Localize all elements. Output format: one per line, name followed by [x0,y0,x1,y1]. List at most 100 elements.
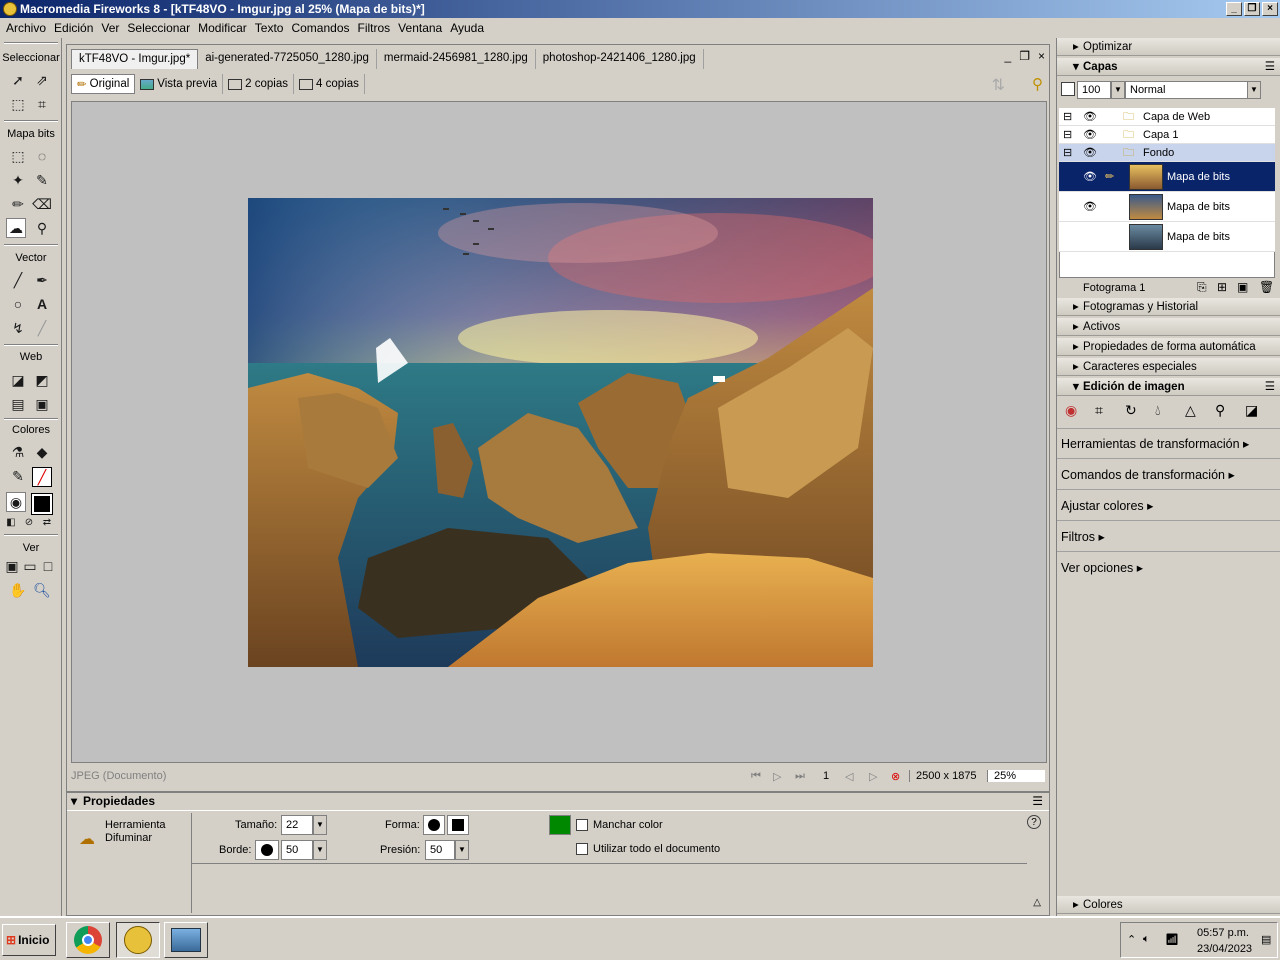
shape-square-button[interactable] [447,815,469,835]
menu-ayuda[interactable]: Ayuda [446,21,488,35]
edge-shape-button[interactable] [255,840,279,860]
red-eye-icon[interactable]: ◉ [1065,402,1077,419]
panel-capas[interactable]: ▾ Capas ☰ [1057,58,1280,76]
image-viewer-taskbar-button[interactable] [164,922,208,958]
opacity-input[interactable]: 100 [1077,81,1111,99]
freeform-tool-icon[interactable]: ↯ [8,318,28,338]
sharpen-icon[interactable]: △ [1185,402,1196,419]
quick-export-icon[interactable]: ⚲ [1032,75,1043,93]
pen-tool-icon[interactable]: ✒ [32,270,52,290]
start-button[interactable]: ⊞ Inicio [2,924,56,956]
zoom-tool-icon[interactable]: 🔍︎ [32,580,52,600]
line-tool-icon[interactable]: ╱ [8,270,28,290]
first-frame-icon[interactable]: ⏮ [751,770,761,783]
edge-input[interactable]: 50 [281,840,313,860]
eye-icon[interactable]: 👁︎ [1083,162,1097,192]
panel-fotogramas[interactable]: ▸ Fotogramas y Historial [1057,298,1280,316]
menu-seleccionar[interactable]: Seleccionar [123,21,194,35]
eyedropper-icon[interactable]: ⚗ [8,442,28,462]
blend-mode-select[interactable]: Normal [1125,81,1249,99]
hotspot-tool-icon[interactable]: ◪ [8,370,28,390]
tray-expand-icon[interactable]: ⌃ [1127,933,1136,946]
panel-colores[interactable]: ▸ Colores [1057,896,1280,914]
fireworks-taskbar-button[interactable] [116,922,160,958]
subselect-tool-icon[interactable]: ⇗ [32,70,52,90]
hand-tool-icon[interactable]: ✋ [8,580,28,600]
menu-archivo[interactable]: Archivo [2,21,50,35]
hide-slices-icon[interactable]: ▤ [8,394,28,414]
fullscreen-icon[interactable]: □ [40,558,56,574]
play-icon[interactable]: ▷ [773,770,781,783]
network-icon[interactable]: 📶︎ [1165,933,1179,946]
fullscreen-menu-icon[interactable]: ▭ [22,558,38,574]
volume-icon[interactable]: 🔈︎ [1143,933,1150,946]
view-2up-button[interactable]: 2 copias [223,74,295,94]
pencil-tool-icon[interactable]: ✏ [8,194,28,214]
doc-restore-button[interactable]: ❐ [1019,49,1030,63]
collapse-props-icon[interactable]: △ [1033,897,1041,908]
bitmap-object-2[interactable]: 👁︎ Mapa de bits [1059,192,1275,222]
rubber-stamp-icon[interactable]: ⚲ [32,218,52,238]
bitmap-object-1[interactable]: 👁︎ ✏ Mapa de bits [1059,162,1275,192]
dodge-icon[interactable]: ⚲ [1215,402,1225,419]
default-colors-icon[interactable]: ◧ [4,515,18,529]
restore-button[interactable]: ❐ [1244,2,1260,16]
menu-filtros[interactable]: Filtros [354,21,395,35]
fill-color-icon[interactable]: ◉ [6,492,26,512]
slice-tool-icon[interactable]: ◩ [32,370,52,390]
last-frame-icon[interactable]: ⏭ [795,770,805,783]
next-frame-icon[interactable]: ▷ [869,770,877,783]
link-filtros[interactable]: Filtros ▸ [1061,529,1105,544]
panel-caracteres[interactable]: ▸ Caracteres especiales [1057,358,1280,376]
canvas-area[interactable] [71,101,1047,763]
menu-texto[interactable]: Texto [251,21,288,35]
standard-screen-icon[interactable]: ▣ [4,558,20,574]
blur-tool-icon[interactable]: ☁ [6,218,26,238]
layer-fondo[interactable]: ⊟ 👁︎ 🗀 Fondo [1059,144,1275,162]
crop-tool-icon[interactable]: ⌗ [32,94,52,114]
smudge-color-swatch[interactable] [549,815,571,835]
expand-icon[interactable]: ⊟ [1063,108,1072,126]
paint-bucket-icon[interactable]: ◆ [32,442,52,462]
edicion-options-icon[interactable]: ☰ [1265,378,1275,396]
doc-minimize-button[interactable]: _ [1005,49,1012,63]
size-dropdown-icon[interactable]: ▼ [313,815,327,835]
pressure-dropdown-icon[interactable]: ▼ [455,840,469,860]
expand-icon[interactable]: ⊟ [1063,144,1072,162]
expand-icon[interactable]: ⊟ [1063,126,1072,144]
layer-capa-de-web[interactable]: ⊟ 👁︎ 🗀 Capa de Web [1059,108,1275,126]
show-slices-icon[interactable]: ▣ [32,394,52,414]
canvas-image[interactable] [248,198,873,667]
properties-header[interactable]: ▾ Propiedades ☰ [67,793,1049,811]
panel-optimizar[interactable]: ▸ Optimizar [1057,38,1280,56]
eraser-tool-icon[interactable]: ⌫ [32,194,52,214]
burn-icon[interactable]: ◪ [1245,402,1258,419]
panel-propiedades-auto[interactable]: ▸ Propiedades de forma automática [1057,338,1280,356]
options-menu-icon[interactable]: ☰ [1032,793,1043,810]
use-entire-doc-checkbox[interactable] [576,843,588,855]
size-input[interactable]: 22 [281,815,313,835]
view-original-button[interactable]: ✏ Original [71,74,136,94]
menu-edicion[interactable]: Edición [50,21,97,35]
shape-round-button[interactable] [423,815,445,835]
link-herramientas-transformacion[interactable]: Herramientas de transformación ▸ [1061,436,1249,451]
blend-mode-dropdown-icon[interactable]: ▼ [1247,81,1261,99]
panel-activos[interactable]: ▸ Activos [1057,318,1280,336]
zoom-dropdown[interactable]: 25% [987,770,1045,782]
export-icon[interactable]: ⇅ [992,75,1005,95]
new-layer-icon[interactable]: ⊞ [1217,280,1227,294]
marquee-tool-icon[interactable]: ⬚ [8,146,28,166]
notification-icon[interactable]: ▤ [1261,933,1271,946]
link-ajustar-colores[interactable]: Ajustar colores ▸ [1061,498,1153,513]
capas-options-icon[interactable]: ☰ [1265,58,1275,76]
view-preview-button[interactable]: Vista previa [135,74,224,94]
eye-icon[interactable]: 👁︎ [1083,126,1097,144]
edge-dropdown-icon[interactable]: ▼ [313,840,327,860]
view-4up-button[interactable]: 4 copias [294,74,365,94]
pressure-input[interactable]: 50 [425,840,455,860]
ellipse-tool-icon[interactable]: ○ [8,294,28,314]
menu-modificar[interactable]: Modificar [194,21,251,35]
tab-ai-generated[interactable]: ai-generated-7725050_1280.jpg [198,49,377,69]
frame-selector[interactable]: Fotograma 1 [1083,282,1145,294]
help-icon[interactable]: ? [1027,815,1041,829]
